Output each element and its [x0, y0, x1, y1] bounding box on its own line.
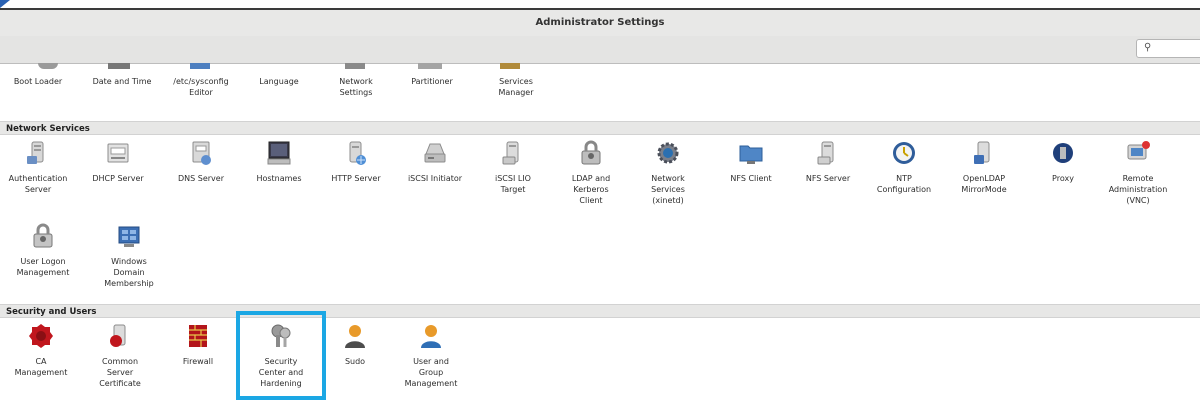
- boot-loader-item[interactable]: Boot Loader: [0, 76, 76, 87]
- item-label: User Logon Management: [16, 257, 70, 277]
- item-label: Date and Time: [92, 77, 152, 86]
- item-label: DNS Server: [178, 174, 224, 183]
- monitor-icon: [267, 141, 291, 165]
- lock-user-icon: [581, 140, 601, 165]
- network-services-xinetd-item[interactable]: Network Services (xinetd): [630, 139, 706, 206]
- item-label: User and Group Management: [404, 357, 458, 388]
- lock-user-icon: [33, 223, 53, 248]
- item-label: Windows Domain Membership: [104, 257, 154, 288]
- item-label: Proxy: [1052, 174, 1074, 183]
- gear-network-icon: [657, 142, 679, 164]
- item-label: NTP Configuration: [876, 174, 932, 194]
- section-header-network-services: Network Services: [0, 121, 1200, 135]
- item-label: LDAP and Kerberos Client: [571, 174, 611, 205]
- section-header-security-and-users: Security and Users: [0, 304, 1200, 318]
- windows-domain-membership-item[interactable]: Windows Domain Membership: [91, 222, 167, 289]
- proxy-item[interactable]: Proxy: [1025, 139, 1101, 184]
- ca-seal-icon: [29, 324, 53, 348]
- user-group-icon: [421, 325, 441, 348]
- nfs-server-item[interactable]: NFS Server: [790, 139, 866, 184]
- openldap-mirrormode-item[interactable]: OpenLDAP MirrorMode: [946, 139, 1022, 195]
- partitioner-item[interactable]: Partitioner: [394, 76, 470, 87]
- hostnames-item[interactable]: Hostnames: [241, 139, 317, 184]
- sysconfig-editor-item[interactable]: /etc/sysconfig Editor: [163, 76, 239, 98]
- dhcp-server-item[interactable]: DHCP Server: [80, 139, 156, 184]
- iscsi-initiator-item[interactable]: iSCSI Initiator: [397, 139, 473, 184]
- authentication-server-item[interactable]: Authentication Server: [0, 139, 76, 195]
- date-and-time-item[interactable]: Date and Time: [84, 76, 160, 87]
- remote-admin-icon: [1127, 141, 1150, 160]
- item-label: OpenLDAP MirrorMode: [961, 174, 1007, 194]
- dns-server-icon: [192, 141, 211, 165]
- item-label: Language: [259, 77, 299, 86]
- server-icon: [502, 141, 519, 165]
- item-label: Remote Administration (VNC): [1108, 174, 1168, 205]
- item-label: iSCSI LIO Target: [495, 174, 531, 194]
- item-label: Partitioner: [411, 77, 453, 86]
- window-title: Administrator Settings: [0, 8, 1200, 37]
- http-server-icon: [349, 141, 366, 165]
- search-input[interactable]: ⚲: [1136, 39, 1200, 58]
- disk-drive-icon: [424, 143, 446, 163]
- network-settings-item[interactable]: Network Settings: [318, 76, 394, 98]
- item-label: Network Services (xinetd): [651, 174, 685, 205]
- server-icon: [817, 141, 834, 165]
- iscsi-lio-target-item[interactable]: iSCSI LIO Target: [475, 139, 551, 195]
- window-corner-mark: [0, 0, 10, 8]
- item-label: NFS Server: [805, 174, 851, 183]
- item-label: Services Manager: [498, 77, 534, 97]
- firewall-icon: [189, 325, 207, 347]
- sudo-item[interactable]: Sudo: [317, 322, 393, 367]
- item-label: DHCP Server: [92, 174, 144, 183]
- clock-icon: [893, 142, 915, 164]
- services-manager-item[interactable]: Services Manager: [478, 76, 554, 98]
- item-label: iSCSI Initiator: [407, 174, 463, 183]
- item-label: Firewall: [182, 357, 214, 366]
- item-label: Hostnames: [256, 174, 302, 183]
- remote-administration-vnc-item[interactable]: Remote Administration (VNC): [1100, 139, 1176, 206]
- ca-management-item[interactable]: CA Management: [3, 322, 79, 378]
- services-icon: [500, 63, 520, 69]
- toolbar: ⚲: [0, 36, 1200, 64]
- dns-server-item[interactable]: DNS Server: [163, 139, 239, 184]
- network-icon: [345, 63, 365, 69]
- boot-loader-icon: [38, 63, 58, 69]
- common-server-certificate-item[interactable]: Common Server Certificate: [82, 322, 158, 389]
- item-label: Sudo: [344, 357, 366, 366]
- item-label: /etc/sysconfig Editor: [173, 77, 229, 97]
- item-label: Network Settings: [339, 77, 373, 97]
- server-icon: [27, 141, 44, 164]
- item-label: Boot Loader: [13, 77, 63, 86]
- proxy-globe-icon: [1053, 143, 1073, 163]
- sudo-user-icon: [345, 325, 365, 348]
- item-label: CA Management: [14, 357, 68, 377]
- item-label: Common Server Certificate: [99, 357, 141, 388]
- ldap-kerberos-client-item[interactable]: LDAP and Kerberos Client: [553, 139, 629, 206]
- clock-icon: [108, 63, 130, 69]
- windows-domain-icon: [118, 226, 140, 247]
- http-server-item[interactable]: HTTP Server: [318, 139, 394, 184]
- firewall-item[interactable]: Firewall: [160, 322, 236, 367]
- editor-icon: [190, 63, 210, 69]
- ldap-server-icon: [974, 141, 990, 164]
- language-item[interactable]: Language: [241, 76, 317, 87]
- dhcp-server-icon: [107, 143, 129, 163]
- item-label: HTTP Server: [331, 174, 381, 183]
- item-label: NFS Client: [730, 174, 772, 183]
- partitioner-icon: [418, 63, 442, 69]
- certificate-server-icon: [110, 324, 126, 347]
- item-label: Authentication Server: [8, 174, 68, 194]
- user-logon-management-item[interactable]: User Logon Management: [5, 222, 81, 278]
- selection-highlight: [236, 311, 326, 400]
- ntp-configuration-item[interactable]: NTP Configuration: [866, 139, 942, 195]
- user-group-management-item[interactable]: User and Group Management: [393, 322, 469, 389]
- nfs-client-item[interactable]: NFS Client: [713, 139, 789, 184]
- folder-network-icon: [739, 145, 763, 164]
- search-icon: ⚲: [1144, 42, 1152, 53]
